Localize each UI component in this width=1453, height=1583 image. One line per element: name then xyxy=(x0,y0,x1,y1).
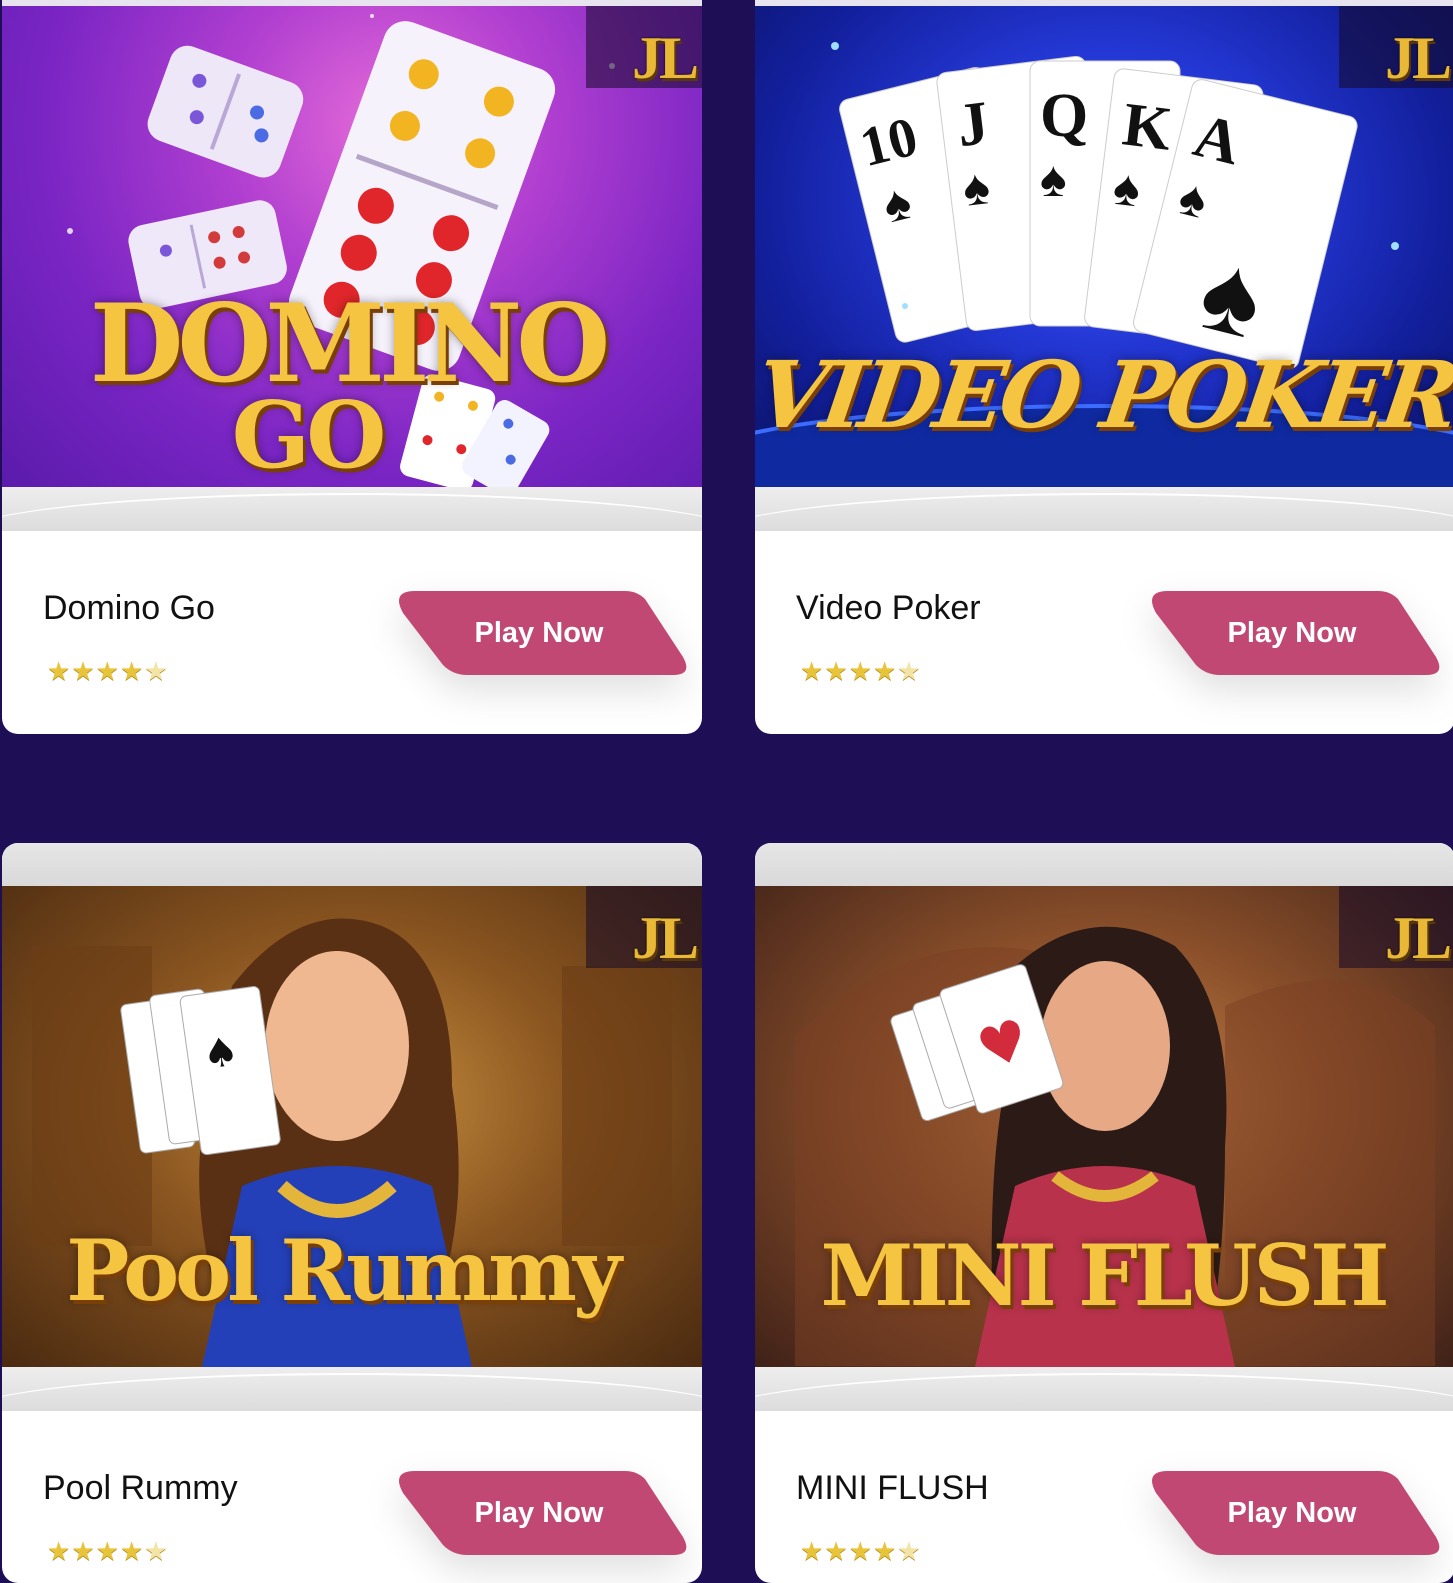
provider-badge: JL xyxy=(1384,25,1452,91)
star-icon: ★ xyxy=(95,656,120,686)
play-now-button[interactable]: Play Now xyxy=(1150,1471,1442,1555)
card-top-strip xyxy=(2,843,702,886)
game-thumbnail[interactable]: DOMINO GO JL xyxy=(2,6,702,487)
star-icon: ★ xyxy=(872,656,898,686)
star-icon: ★ xyxy=(119,656,145,686)
card-arc-band xyxy=(755,1367,1453,1411)
card-info: Domino Go ★★★★★ Play Now xyxy=(2,531,702,731)
game-card-video-poker: 10 ♠ J ♠ Q ♠ K ♠ A ♠ ♠ VIDEO POKER JL Video Po… xyxy=(755,0,1453,734)
play-button-label: Play Now xyxy=(474,616,604,649)
card-arc-band xyxy=(2,1367,702,1411)
star-icon: ★ xyxy=(47,1536,72,1566)
star-half-icon: ★ xyxy=(897,1536,922,1566)
game-title: MINI FLUSH xyxy=(796,1469,989,1507)
rating-stars: ★★★★★ xyxy=(800,1536,922,1567)
game-card-pool-rummy: ♠ Pool Rummy JL Pool Rummy ★★★★★ Play No… xyxy=(2,843,702,1583)
play-now-button[interactable]: Play Now xyxy=(397,591,689,675)
game-title: Video Poker xyxy=(796,589,981,627)
star-icon: ★ xyxy=(800,1536,825,1566)
game-title: Domino Go xyxy=(43,589,215,627)
play-now-button[interactable]: Play Now xyxy=(1150,591,1442,675)
star-icon: ★ xyxy=(824,1536,849,1566)
game-thumbnail[interactable]: ♥ MINI FLUSH JL xyxy=(755,886,1453,1367)
play-button-label: Play Now xyxy=(1227,616,1357,649)
game-logo-text: Pool Rummy xyxy=(66,1221,622,1320)
star-icon: ★ xyxy=(119,1536,145,1566)
star-icon: ★ xyxy=(848,1536,873,1566)
game-card-domino-go: DOMINO GO JL Domino Go ★★★★★ Play Now xyxy=(2,0,702,734)
game-logo-text: VIDEO POKER xyxy=(755,341,1453,449)
card-arc-band xyxy=(2,487,702,531)
star-icon: ★ xyxy=(800,656,825,686)
game-logo-text-secondary: GO xyxy=(231,381,387,487)
play-button-label: Play Now xyxy=(474,1496,604,1529)
star-icon: ★ xyxy=(872,1536,898,1566)
star-half-icon: ★ xyxy=(897,656,922,686)
play-now-button[interactable]: Play Now xyxy=(397,1471,689,1555)
card-arc-band xyxy=(755,487,1453,531)
play-button-label: Play Now xyxy=(1227,1496,1357,1529)
star-icon: ★ xyxy=(47,656,72,686)
game-title: Pool Rummy xyxy=(43,1469,238,1507)
card-info: MINI FLUSH ★★★★★ Play Now xyxy=(755,1411,1453,1583)
star-icon: ★ xyxy=(95,1536,120,1566)
provider-badge: JL xyxy=(631,905,699,971)
rating-stars: ★★★★★ xyxy=(800,656,922,687)
card-top-strip xyxy=(755,843,1453,886)
card-info: Pool Rummy ★★★★★ Play Now xyxy=(2,1411,702,1583)
provider-badge: JL xyxy=(631,25,699,91)
star-icon: ★ xyxy=(71,656,96,686)
star-icon: ★ xyxy=(824,656,849,686)
star-icon: ★ xyxy=(848,656,873,686)
svg-text:Q: Q xyxy=(1040,82,1088,150)
rating-stars: ★★★★★ xyxy=(47,656,169,687)
provider-badge: JL xyxy=(1384,905,1452,971)
star-icon: ★ xyxy=(71,1536,96,1566)
game-card-mini-flush: ♥ MINI FLUSH JL MINI FLUSH ★★★★★ Play No… xyxy=(755,843,1453,1583)
svg-text:K: K xyxy=(1119,90,1175,163)
star-half-icon: ★ xyxy=(144,1536,169,1566)
star-half-icon: ★ xyxy=(144,656,169,686)
game-thumbnail[interactable]: 10 ♠ J ♠ Q ♠ K ♠ A ♠ ♠ VIDEO POKER JL xyxy=(755,6,1453,487)
svg-text:♠: ♠ xyxy=(200,1028,242,1079)
svg-text:♠: ♠ xyxy=(1040,151,1067,207)
game-logo-text: MINI FLUSH xyxy=(820,1226,1390,1325)
game-thumbnail[interactable]: ♠ Pool Rummy JL xyxy=(2,886,702,1367)
card-info: Video Poker ★★★★★ Play Now xyxy=(755,531,1453,731)
rating-stars: ★★★★★ xyxy=(47,1536,169,1567)
